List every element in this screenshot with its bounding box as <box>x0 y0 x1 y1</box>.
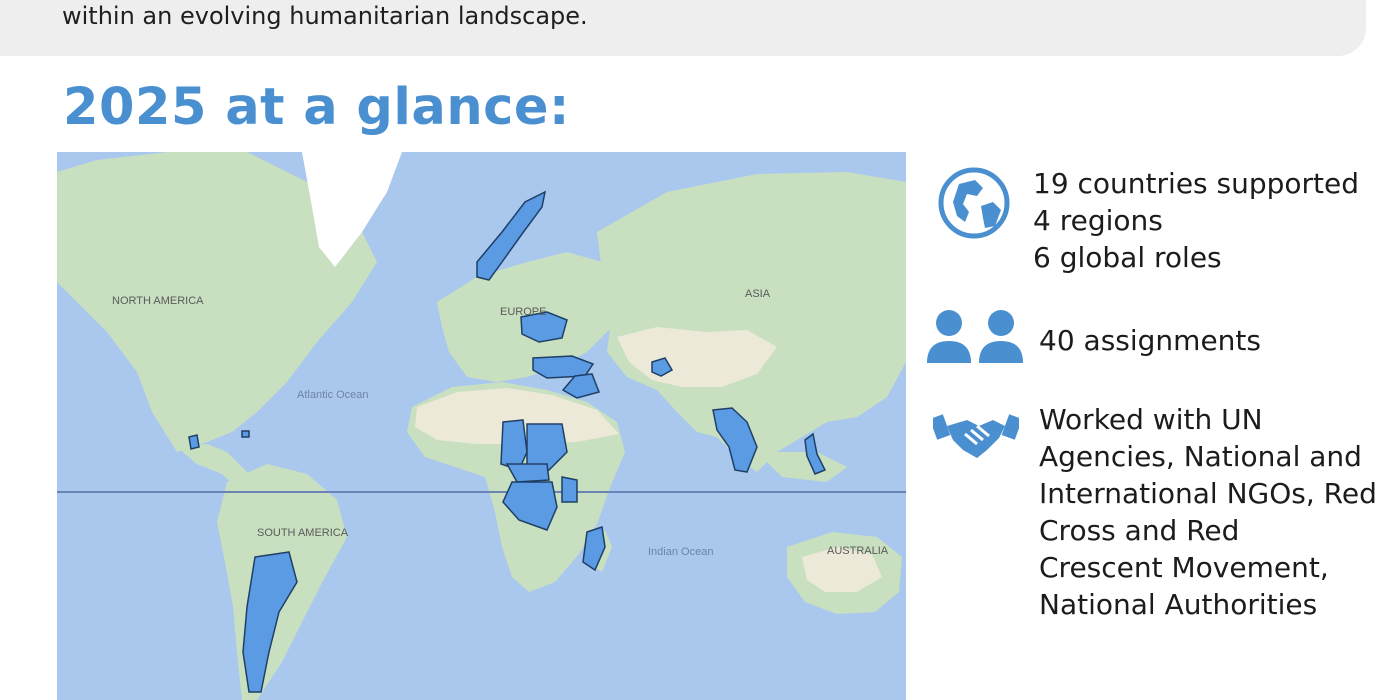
stat-assignments-text: 40 assignments <box>1039 322 1261 359</box>
world-map-svg: NORTH AMERICA SOUTH AMERICA EUROPE ASIA … <box>57 152 906 700</box>
stat-partners-line: Worked with UN <box>1039 403 1263 436</box>
stats-list: 19 countries supported 4 regions 6 globa… <box>925 160 1395 700</box>
country-haiti <box>188 434 200 450</box>
label-europe: EUROPE <box>500 306 546 318</box>
label-atlantic-ocean: Atlantic Ocean <box>297 389 369 401</box>
stat-regions-line: 4 regions <box>1033 204 1163 237</box>
stat-partners-line: Cross and Red <box>1039 514 1240 547</box>
world-map[interactable]: NORTH AMERICA SOUTH AMERICA EUROPE ASIA … <box>57 152 906 700</box>
stat-partners-text: Worked with UN Agencies, National and In… <box>1039 401 1377 623</box>
stat-partners-line: National Authorities <box>1039 588 1318 621</box>
label-australia: AUSTRALIA <box>827 545 889 557</box>
stat-global-roles-line: 6 global roles <box>1033 241 1222 274</box>
globe-icon <box>937 166 1011 245</box>
label-asia: ASIA <box>745 288 771 300</box>
label-north-america: NORTH AMERICA <box>112 295 204 307</box>
intro-banner: within an evolving humanitarian landscap… <box>0 0 1366 56</box>
stat-partners-line: Agencies, National and <box>1039 440 1362 473</box>
stat-assignments-line: 40 assignments <box>1039 324 1261 357</box>
stat-partners-line: International NGOs, Red <box>1039 477 1377 510</box>
label-south-america: SOUTH AMERICA <box>257 527 349 539</box>
intro-text: within an evolving humanitarian landscap… <box>62 2 588 30</box>
stat-partners-line: Crescent Movement, <box>1039 551 1329 584</box>
stat-countries-text: 19 countries supported 4 regions 6 globa… <box>1033 165 1359 276</box>
page-title: 2025 at a glance: <box>63 78 570 137</box>
handshake-icon <box>929 410 1023 469</box>
stat-countries-line: 19 countries supported <box>1033 167 1360 200</box>
country-chad <box>500 419 528 471</box>
country-somalia <box>561 476 578 503</box>
label-indian-ocean: Indian Ocean <box>648 546 713 558</box>
country-caribbean <box>241 430 250 438</box>
people-icon <box>925 307 1027 372</box>
